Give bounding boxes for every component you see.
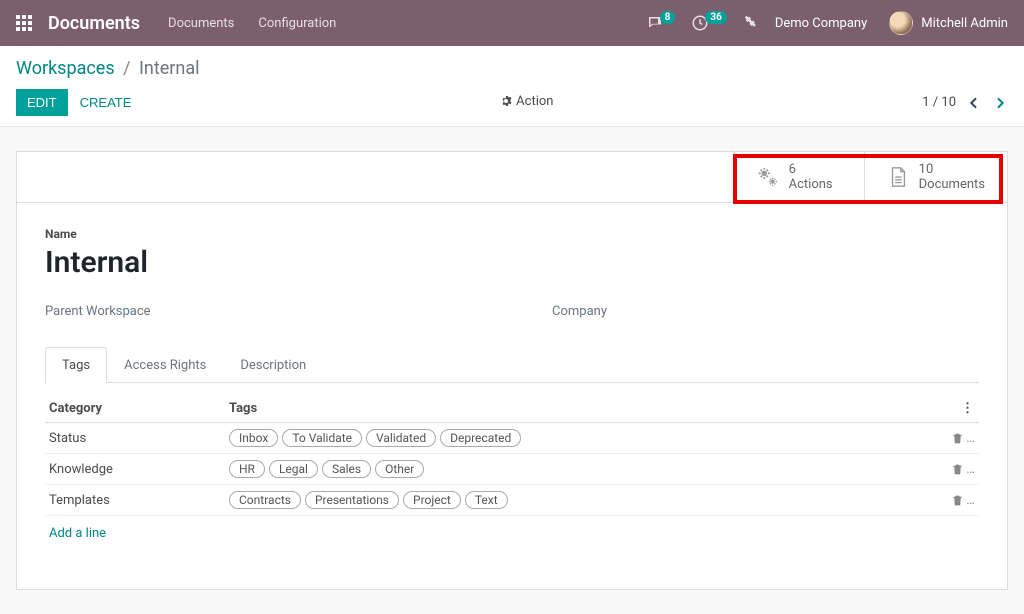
- row-category: Knowledge: [49, 462, 229, 477]
- nav-configuration[interactable]: Configuration: [258, 16, 336, 31]
- name-value: Internal: [45, 245, 979, 280]
- action-label: Action: [516, 94, 553, 109]
- row-more-icon[interactable]: [966, 493, 975, 508]
- toolbar: EDIT CREATE Action 1 / 10: [16, 89, 1008, 116]
- row-category: Templates: [49, 493, 229, 508]
- add-line[interactable]: Add a line: [45, 516, 979, 541]
- gears-icon: [757, 166, 779, 188]
- form-card: 6 Actions 10 Documents Name Internal Par…: [16, 151, 1008, 590]
- company-selector[interactable]: Demo Company: [775, 16, 867, 31]
- chat-count: 8: [660, 11, 676, 24]
- parent-workspace-label: Parent Workspace: [45, 304, 472, 319]
- stat-actions-label: Actions: [789, 177, 833, 192]
- tag-pill[interactable]: Inbox: [229, 429, 278, 447]
- stat-actions[interactable]: 6 Actions: [734, 152, 864, 202]
- table-row[interactable]: KnowledgeHRLegalSalesOther: [45, 454, 979, 485]
- tag-pill[interactable]: Legal: [269, 460, 318, 478]
- form-view: 6 Actions 10 Documents Name Internal Par…: [0, 127, 1024, 614]
- tag-pill[interactable]: To Validate: [282, 429, 362, 447]
- row-actions: [935, 493, 975, 508]
- chat-button[interactable]: 8: [646, 14, 676, 32]
- tag-pill[interactable]: HR: [229, 460, 265, 478]
- table-row[interactable]: StatusInboxTo ValidateValidatedDeprecate…: [45, 423, 979, 454]
- notebook-tabs: Tags Access Rights Description: [45, 347, 979, 383]
- breadcrumb: Workspaces / Internal: [16, 58, 1008, 79]
- breadcrumb-sep: /: [123, 58, 130, 79]
- tag-pill[interactable]: Validated: [366, 429, 436, 447]
- tag-pill[interactable]: Text: [465, 491, 508, 509]
- tag-pill[interactable]: Project: [403, 491, 461, 509]
- name-label: Name: [45, 227, 979, 241]
- row-tags: HRLegalSalesOther: [229, 460, 935, 478]
- stat-documents[interactable]: 10 Documents: [864, 152, 1007, 202]
- row-tags: InboxTo ValidateValidatedDeprecated: [229, 429, 935, 447]
- app-title: Documents: [48, 13, 140, 34]
- pager-prev[interactable]: [966, 95, 982, 111]
- gear-icon: [500, 95, 512, 107]
- trash-icon[interactable]: [951, 494, 964, 507]
- breadcrumb-current: Internal: [139, 58, 199, 79]
- trash-icon[interactable]: [951, 432, 964, 445]
- row-tags: ContractsPresentationsProjectText: [229, 491, 935, 509]
- stat-buttons: 6 Actions 10 Documents: [17, 152, 1007, 203]
- tab-description[interactable]: Description: [223, 347, 323, 383]
- header-category: Category: [49, 401, 229, 416]
- column-options-icon[interactable]: ⋮: [961, 401, 975, 416]
- activity-count: 36: [705, 11, 726, 24]
- topbar: Documents Documents Configuration 8 36 D…: [0, 0, 1024, 46]
- control-panel: Workspaces / Internal EDIT CREATE Action…: [0, 46, 1024, 127]
- row-actions: [935, 431, 975, 446]
- breadcrumb-root[interactable]: Workspaces: [16, 58, 115, 79]
- header-tags: Tags: [229, 401, 935, 416]
- pager-text[interactable]: 1 / 10: [922, 95, 956, 110]
- tab-tags[interactable]: Tags: [45, 347, 107, 383]
- trash-icon[interactable]: [951, 463, 964, 476]
- user-name: Mitchell Admin: [921, 16, 1008, 31]
- company-label: Company: [552, 304, 979, 319]
- pager-next[interactable]: [992, 95, 1008, 111]
- avatar: [889, 11, 913, 35]
- form-sheet: Name Internal Parent Workspace Company T…: [17, 203, 1007, 589]
- row-more-icon[interactable]: [966, 431, 975, 446]
- stat-documents-label: Documents: [919, 177, 985, 192]
- pager: 1 / 10: [922, 95, 1008, 111]
- grid-header: Category Tags ⋮: [45, 395, 979, 423]
- user-menu[interactable]: Mitchell Admin: [889, 11, 1008, 35]
- tag-pill[interactable]: Deprecated: [440, 429, 521, 447]
- tag-pill[interactable]: Contracts: [229, 491, 301, 509]
- create-button[interactable]: CREATE: [80, 95, 132, 110]
- table-row[interactable]: TemplatesContractsPresentationsProjectTe…: [45, 485, 979, 516]
- tag-pill[interactable]: Other: [375, 460, 424, 478]
- nav-documents[interactable]: Documents: [168, 16, 234, 31]
- row-more-icon[interactable]: [966, 462, 975, 477]
- row-actions: [935, 462, 975, 477]
- tag-pill[interactable]: Sales: [322, 460, 371, 478]
- tags-grid: Category Tags ⋮ StatusInboxTo ValidateVa…: [45, 395, 979, 541]
- tag-pill[interactable]: Presentations: [305, 491, 399, 509]
- activity-button[interactable]: 36: [691, 14, 726, 32]
- apps-icon[interactable]: [16, 15, 32, 31]
- stat-documents-count: 10: [919, 162, 985, 177]
- tab-access-rights[interactable]: Access Rights: [107, 347, 223, 383]
- debug-icon[interactable]: [743, 14, 757, 32]
- stat-actions-count: 6: [789, 162, 833, 177]
- row-category: Status: [49, 431, 229, 446]
- edit-button[interactable]: EDIT: [16, 89, 68, 116]
- document-icon: [887, 166, 909, 188]
- action-dropdown[interactable]: Action: [500, 94, 553, 109]
